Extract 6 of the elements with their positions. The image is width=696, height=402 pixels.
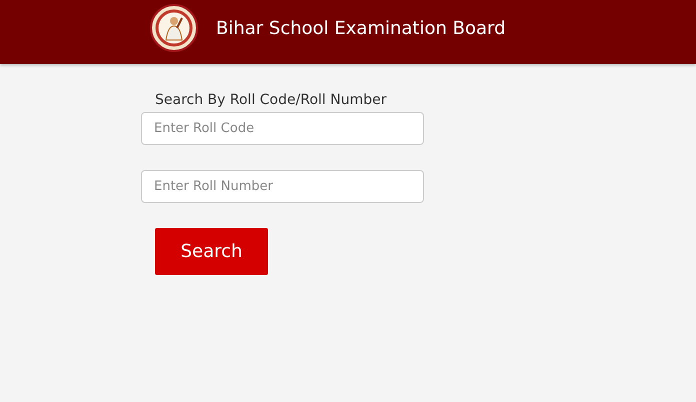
search-button[interactable]: Search: [155, 228, 268, 275]
form-heading: Search By Roll Code/Roll Number: [155, 92, 386, 108]
input-field[interactable]: Enter Roll Code: [141, 112, 424, 145]
input-field[interactable]: Enter Roll Number: [141, 170, 424, 203]
board-title: Bihar School Examination Board: [216, 18, 506, 38]
emblem-icon: [150, 4, 198, 52]
